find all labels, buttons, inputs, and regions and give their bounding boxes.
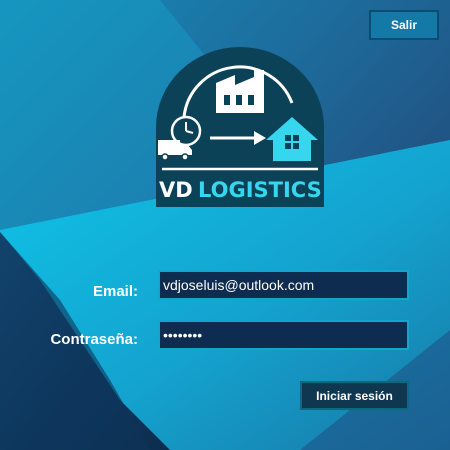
password-label: Contraseña:: [50, 331, 138, 348]
email-field[interactable]: [158, 270, 409, 300]
login-button[interactable]: Iniciar sesión: [300, 381, 409, 410]
password-field[interactable]: [158, 320, 409, 350]
company-logo: VD LOGISTICS: [156, 47, 324, 207]
exit-button[interactable]: Salir: [369, 10, 439, 40]
email-label: Email:: [92, 283, 138, 300]
logo-brand-name: LOGISTICS: [198, 178, 322, 202]
logo-brand-prefix: VD: [159, 178, 193, 202]
login-window: Salir VD LOGISTICS Email: vdjoseluis@out…: [0, 0, 450, 450]
